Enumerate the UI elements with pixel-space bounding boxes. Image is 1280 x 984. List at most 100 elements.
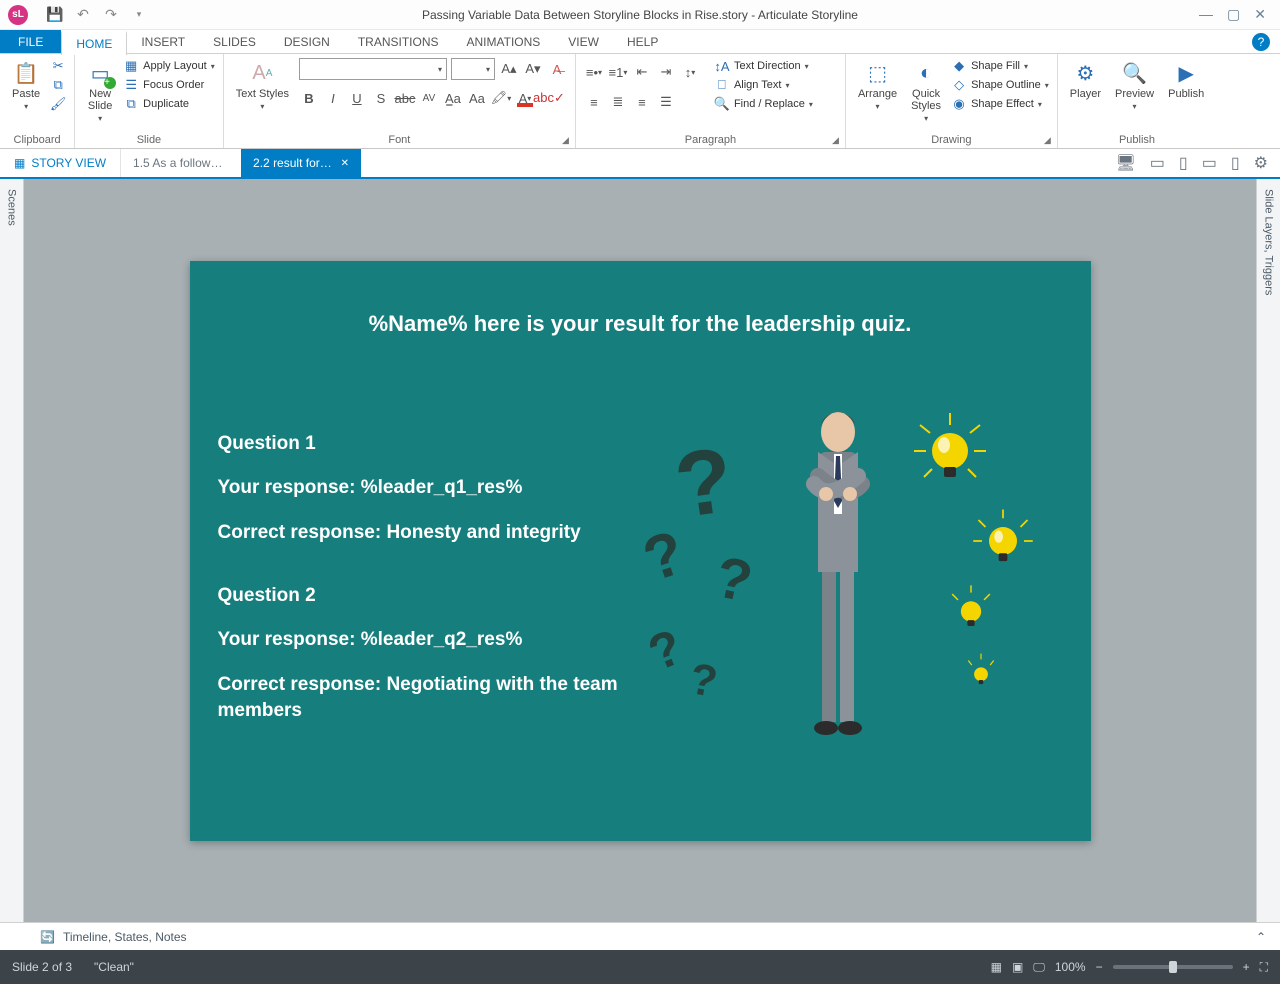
bullets-button[interactable]: ≡•▾ [584, 62, 604, 82]
slide-canvas[interactable]: %Name% here is your result for the leade… [24, 179, 1256, 922]
zoom-out-icon[interactable]: − [1096, 960, 1103, 974]
save-icon[interactable]: 💾 [44, 4, 66, 26]
minimize-icon[interactable]: — [1199, 6, 1213, 23]
tab-insert[interactable]: INSERT [127, 30, 199, 53]
shadow-button[interactable]: S [371, 88, 391, 108]
tab-home[interactable]: HOME [61, 31, 127, 55]
qat-customize-icon[interactable]: ▾ [128, 4, 150, 26]
phone-portrait-icon[interactable]: ▯ [1231, 153, 1240, 173]
clear-formatting-icon[interactable]: A̶ [547, 59, 567, 79]
maximize-icon[interactable]: ▢ [1227, 6, 1240, 23]
paragraph-dialog-launcher[interactable]: ◢ [832, 135, 839, 146]
help-icon[interactable]: ? [1252, 33, 1270, 51]
increase-font-icon[interactable]: A▴ [499, 59, 519, 79]
font-size-combo[interactable]: ▾ [451, 58, 495, 80]
zoom-in-icon[interactable]: + [1243, 960, 1250, 974]
story-view-button[interactable]: ▦STORY VIEW [0, 149, 121, 177]
format-painter-button[interactable]: 🖌 [50, 96, 66, 112]
scenes-panel-collapsed[interactable]: Scenes [0, 179, 24, 922]
slide-tab-1[interactable]: 1.5 As a follower… [121, 149, 241, 177]
slide-sorter-icon[interactable]: ▣ [1012, 960, 1023, 974]
tablet-landscape-icon[interactable]: ▭ [1150, 153, 1165, 173]
question-1-block[interactable]: Question 1 Your response: %leader_q1_res… [218, 431, 648, 565]
timeline-toggle-icon[interactable]: 🔄 [40, 930, 55, 944]
quick-styles-button[interactable]: ◐Quick Styles▾ [907, 58, 945, 125]
slide[interactable]: %Name% here is your result for the leade… [190, 261, 1091, 841]
redo-icon[interactable]: ↷ [100, 4, 122, 26]
shape-fill-button[interactable]: ◆Shape Fill ▾ [951, 58, 1049, 74]
slide-tab-2[interactable]: 2.2 result for t…✕ [241, 149, 361, 177]
undo-icon[interactable]: ↶ [72, 4, 94, 26]
slide-layers-panel-collapsed[interactable]: Slide Layers, Triggers [1256, 179, 1280, 922]
fit-to-window-icon[interactable]: ⛶ [1260, 960, 1268, 975]
underline-button[interactable]: U [347, 88, 367, 108]
justify-button[interactable]: ☰ [656, 92, 676, 112]
chevron-up-icon[interactable]: ⌃ [1256, 930, 1280, 944]
focus-order-button[interactable]: ☰Focus Order [123, 77, 215, 93]
preview-button[interactable]: 🔍Preview▾ [1111, 58, 1158, 113]
lightbulb-icon[interactable] [910, 411, 990, 491]
lightbulb-icon[interactable] [968, 506, 1038, 576]
phone-landscape-icon[interactable]: ▭ [1202, 153, 1217, 173]
text-styles-button[interactable]: AA Text Styles ▾ [232, 58, 293, 113]
lightbulb-icon[interactable] [958, 649, 1004, 695]
font-name-combo[interactable]: ▾ [299, 58, 447, 80]
text-direction-button[interactable]: ↕AText Direction ▾ [714, 58, 813, 74]
player-button[interactable]: ⚙Player [1066, 58, 1105, 102]
font-color-button[interactable]: A▾ [515, 88, 535, 108]
question-mark-icon[interactable]: ? [668, 427, 738, 539]
slide-heading[interactable]: %Name% here is your result for the leade… [190, 311, 1091, 337]
shape-outline-button[interactable]: ◇Shape Outline ▾ [951, 77, 1049, 93]
drawing-dialog-launcher[interactable]: ◢ [1044, 135, 1051, 146]
apply-layout-button[interactable]: ▦Apply Layout ▾ [123, 58, 215, 74]
align-text-button[interactable]: ⎕Align Text ▾ [714, 77, 813, 93]
timeline-bar[interactable]: 🔄 Timeline, States, Notes ⌃ [0, 922, 1280, 950]
highlight-button[interactable]: 🖍▾ [491, 88, 511, 108]
font-dialog-launcher[interactable]: ◢ [562, 135, 569, 146]
line-spacing-button[interactable]: ↕▾ [680, 62, 700, 82]
align-right-button[interactable]: ≡ [632, 92, 652, 112]
paste-button[interactable]: 📋 Paste ▾ [8, 58, 44, 113]
close-tab-icon[interactable]: ✕ [341, 158, 349, 169]
tab-animations[interactable]: ANIMATIONS [453, 30, 555, 53]
settings-gear-icon[interactable]: ⚙ [1254, 153, 1268, 173]
arrange-button[interactable]: ⬚Arrange▾ [854, 58, 901, 113]
spellcheck-button[interactable]: abc✓ [539, 88, 559, 108]
desktop-icon[interactable]: 🖥 [1115, 153, 1135, 173]
reading-view-icon[interactable]: 🖵 [1033, 960, 1045, 975]
question-mark-icon[interactable]: ? [709, 543, 758, 616]
subscript-button[interactable]: AV [419, 88, 439, 108]
align-center-button[interactable]: ≣ [608, 92, 628, 112]
tab-view[interactable]: VIEW [554, 30, 613, 53]
change-case-button[interactable]: Aa [467, 88, 487, 108]
zoom-slider[interactable] [1113, 965, 1233, 969]
new-slide-button[interactable]: ▭+ New Slide ▾ [83, 58, 117, 125]
duplicate-button[interactable]: ⧉Duplicate [123, 96, 215, 112]
character-spacing-button[interactable]: A͇a [443, 88, 463, 108]
strikethrough-button[interactable]: abc [395, 88, 415, 108]
lightbulb-icon[interactable] [942, 581, 1000, 639]
bold-button[interactable]: B [299, 88, 319, 108]
tablet-portrait-icon[interactable]: ▯ [1179, 153, 1188, 173]
close-icon[interactable]: ✕ [1254, 6, 1266, 23]
cut-button[interactable]: ✂ [50, 58, 66, 74]
decrease-font-icon[interactable]: A▾ [523, 59, 543, 79]
find-replace-button[interactable]: 🔍Find / Replace ▾ [714, 96, 813, 112]
italic-button[interactable]: I [323, 88, 343, 108]
tab-transitions[interactable]: TRANSITIONS [344, 30, 453, 53]
tab-file[interactable]: FILE [0, 30, 61, 53]
numbering-button[interactable]: ≡1▾ [608, 62, 628, 82]
publish-button[interactable]: ▶Publish [1164, 58, 1208, 102]
decrease-indent-button[interactable]: ⇤ [632, 62, 652, 82]
tab-slides[interactable]: SLIDES [199, 30, 270, 53]
question-mark-icon[interactable]: ? [685, 654, 720, 708]
businessman-image[interactable] [788, 406, 888, 766]
shape-effect-button[interactable]: ◉Shape Effect ▾ [951, 96, 1049, 112]
align-left-button[interactable]: ≡ [584, 92, 604, 112]
tab-help[interactable]: HELP [613, 30, 672, 53]
zoom-level[interactable]: 100% [1055, 960, 1086, 974]
question-2-block[interactable]: Question 2 Your response: %leader_q2_res… [218, 583, 648, 743]
normal-view-icon[interactable]: ▦ [991, 960, 1002, 974]
increase-indent-button[interactable]: ⇥ [656, 62, 676, 82]
copy-button[interactable]: ⧉ [50, 77, 66, 93]
